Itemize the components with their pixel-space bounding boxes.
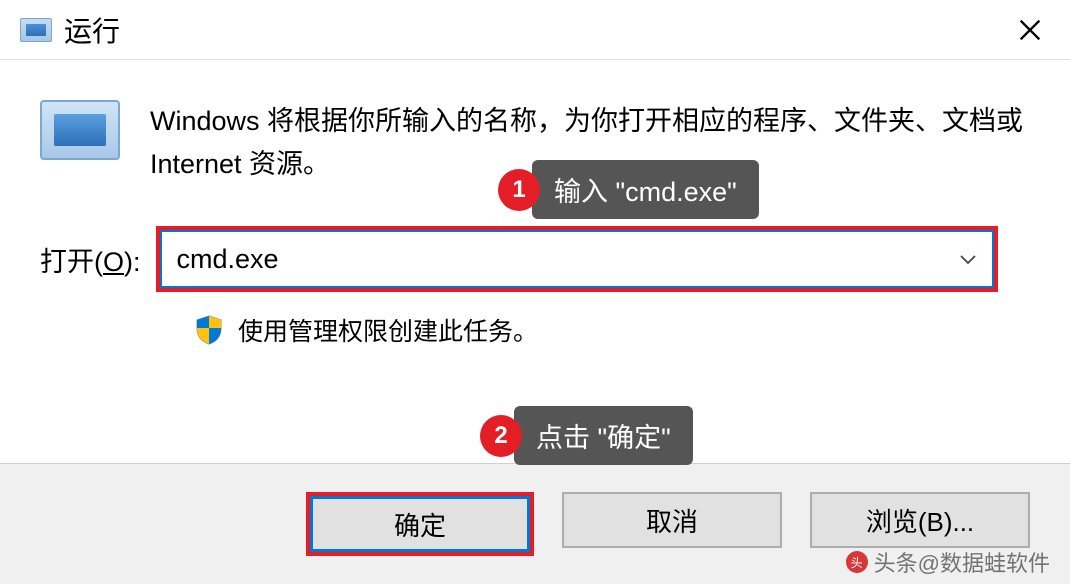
content-area: Windows 将根据你所输入的名称，为你打开相应的程序、文件夹、文档或 Int… (0, 60, 1070, 388)
chevron-down-icon (959, 253, 977, 265)
watermark-text: 头条@数据蛙软件 (874, 546, 1050, 578)
combobox-value: cmd.exe (177, 244, 279, 275)
window-title: 运行 (64, 10, 120, 50)
callout-annotation-2: 2 点击 "确定" (480, 406, 693, 465)
watermark: 头 头条@数据蛙软件 (846, 546, 1050, 578)
run-icon-large (40, 100, 120, 160)
open-label: 打开(O): (40, 240, 141, 279)
ok-button[interactable]: 确定 (310, 496, 530, 552)
input-highlight-annotation: cmd.exe (156, 226, 998, 292)
watermark-logo-icon: 头 (846, 551, 868, 573)
callout-text-1: 输入 "cmd.exe" (532, 160, 759, 219)
open-combobox[interactable]: cmd.exe (160, 230, 994, 288)
browse-button[interactable]: 浏览(B)... (810, 492, 1030, 548)
cancel-button[interactable]: 取消 (562, 492, 782, 548)
ok-button-highlight-annotation: 确定 (306, 492, 534, 556)
close-button[interactable] (1010, 10, 1050, 50)
close-icon (1016, 16, 1044, 44)
open-input-row: 打开(O): cmd.exe (40, 226, 1030, 292)
titlebar: 运行 (0, 0, 1070, 60)
admin-row: 使用管理权限创建此任务。 (195, 312, 1030, 348)
callout-text-2: 点击 "确定" (514, 406, 693, 465)
callout-annotation-1: 1 输入 "cmd.exe" (498, 160, 759, 219)
run-icon (20, 18, 52, 42)
admin-text: 使用管理权限创建此任务。 (238, 312, 538, 348)
callout-badge-1: 1 (498, 169, 540, 211)
titlebar-left: 运行 (20, 10, 120, 50)
shield-icon (195, 314, 223, 346)
callout-badge-2: 2 (480, 415, 522, 457)
